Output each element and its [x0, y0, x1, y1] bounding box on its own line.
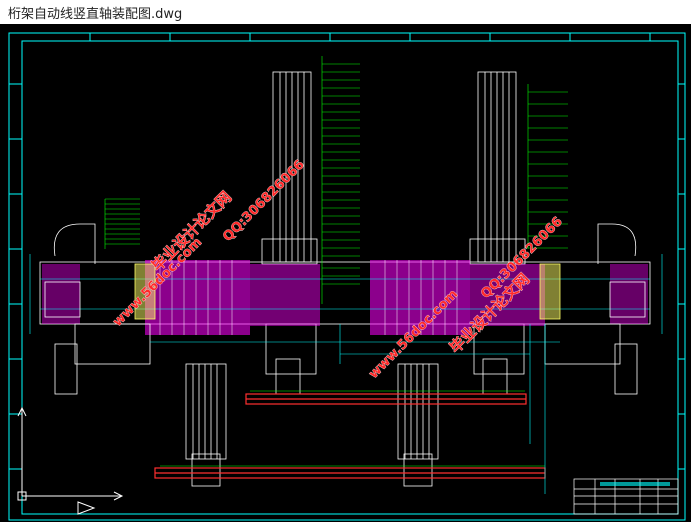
guide-rails	[154, 393, 546, 479]
part-label-stack-center	[321, 56, 360, 304]
vertical-axis-column-right	[469, 71, 526, 395]
vertical-axis-column-left	[261, 71, 318, 395]
drawing-frame	[8, 32, 686, 521]
ucs-axis-icon	[17, 406, 124, 501]
part-label-stack-left	[104, 198, 140, 249]
dimension-lines	[29, 254, 663, 494]
nav-arrow-icon[interactable]	[77, 501, 96, 515]
rail-dimension-lines	[160, 390, 545, 467]
cad-drawing-viewport[interactable]: 毕业设计论文网 www.56doc.com QQ:306826066 毕业设计论…	[0, 24, 691, 522]
title-block	[573, 478, 679, 515]
window-titlebar: 桁架自动线竖直轴装配图.dwg	[0, 0, 691, 24]
window-title: 桁架自动线竖直轴装配图.dwg	[8, 6, 183, 22]
